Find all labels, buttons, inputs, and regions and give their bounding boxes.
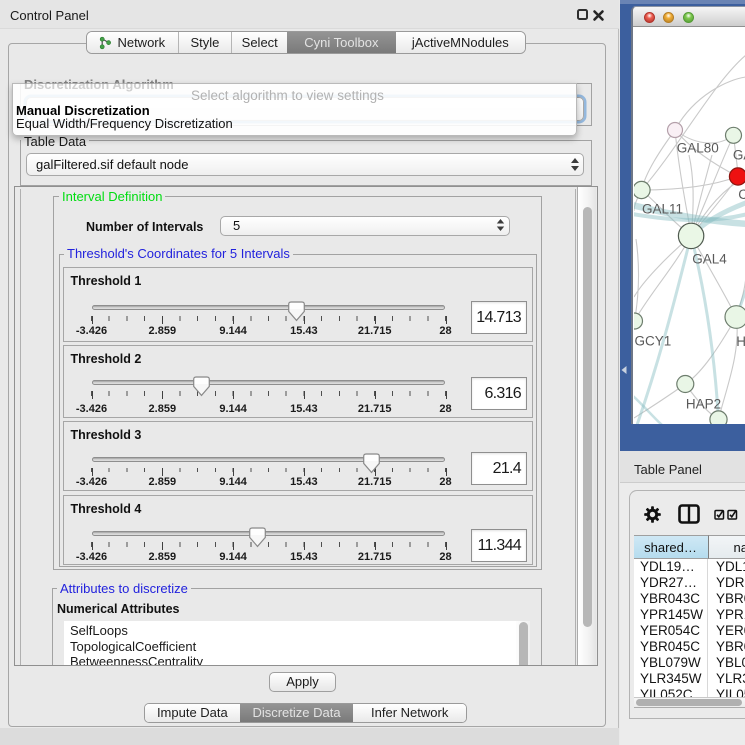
svg-text:GAL80: GAL80 <box>676 141 718 156</box>
svg-text:GAL11: GAL11 <box>642 202 683 217</box>
svg-text:GCY1: GCY1 <box>634 334 671 349</box>
svg-text:CD: CD <box>738 187 745 202</box>
svg-text:GA: GA <box>732 148 745 163</box>
svg-text:HI: HI <box>736 334 745 349</box>
svg-text:HAP2: HAP2 <box>685 397 720 412</box>
svg-text:GAL4: GAL4 <box>692 252 727 267</box>
